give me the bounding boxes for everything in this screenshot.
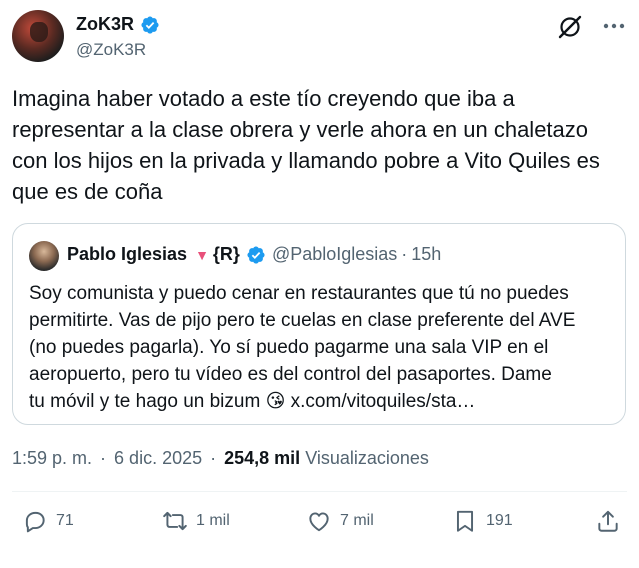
heart-icon xyxy=(309,512,329,532)
action-bar: 71 1 mil 7 mil 191 xyxy=(0,508,639,544)
author-name[interactable]: ZoK3R xyxy=(76,14,134,35)
divider xyxy=(12,491,627,492)
views-label: Visualizaciones xyxy=(305,448,429,468)
quoted-tweet[interactable]: Pablo Iglesias ▼ {R} @PabloIglesias · 15… xyxy=(12,223,626,425)
quote-author-handle[interactable]: @PabloIglesias xyxy=(272,244,397,265)
reply-button[interactable]: 71 xyxy=(22,508,74,534)
quote-timestamp[interactable]: 15h xyxy=(411,244,441,265)
tweet-text: Imagina haber votado a este tío creyendo… xyxy=(12,86,600,204)
author-name-row[interactable]: ZoK3R xyxy=(76,14,160,35)
author-avatar[interactable] xyxy=(12,10,64,62)
quote-author-avatar[interactable] xyxy=(29,241,59,271)
reply-icon xyxy=(25,511,45,533)
verified-badge-icon xyxy=(247,245,265,264)
reply-count: 71 xyxy=(56,512,74,529)
bookmark-button[interactable]: 191 xyxy=(452,508,513,534)
quote-author-name-suffix: {R} xyxy=(212,244,240,264)
quote-author-name[interactable]: Pablo Iglesias xyxy=(67,244,187,265)
quote-text: Soy comunista y puedo cenar en restauran… xyxy=(29,283,576,412)
red-triangle-icon: ▼ xyxy=(195,246,209,263)
tweet-header: ZoK3R @ZoK3R xyxy=(12,10,627,62)
separator-dot: · xyxy=(401,244,408,264)
bookmark-count: 191 xyxy=(486,512,513,529)
tweet-date[interactable]: 6 dic. 2025 xyxy=(114,448,202,469)
tweet-metadata: 1:59 p. m. · 6 dic. 2025 · 254,8 mil Vis… xyxy=(12,448,429,469)
views-count: 254,8 mil xyxy=(224,448,301,468)
author-handle[interactable]: @ZoK3R xyxy=(76,40,146,60)
verified-badge-icon xyxy=(141,15,159,34)
more-icon[interactable] xyxy=(601,16,627,36)
bookmark-icon xyxy=(456,510,474,532)
share-button[interactable] xyxy=(595,508,621,534)
like-count: 7 mil xyxy=(340,512,374,529)
repost-button[interactable]: 1 mil xyxy=(162,508,230,534)
separator-dot: · xyxy=(210,448,217,468)
separator-dot: · xyxy=(100,448,107,468)
tweet-time[interactable]: 1:59 p. m. xyxy=(12,448,92,469)
repost-icon xyxy=(163,511,187,531)
grok-icon[interactable] xyxy=(557,14,583,40)
quote-header: Pablo Iglesias ▼ {R} @PabloIglesias · 15… xyxy=(67,244,441,265)
like-button[interactable]: 7 mil xyxy=(306,508,374,534)
share-icon xyxy=(598,510,618,532)
repost-count: 1 mil xyxy=(196,512,230,529)
